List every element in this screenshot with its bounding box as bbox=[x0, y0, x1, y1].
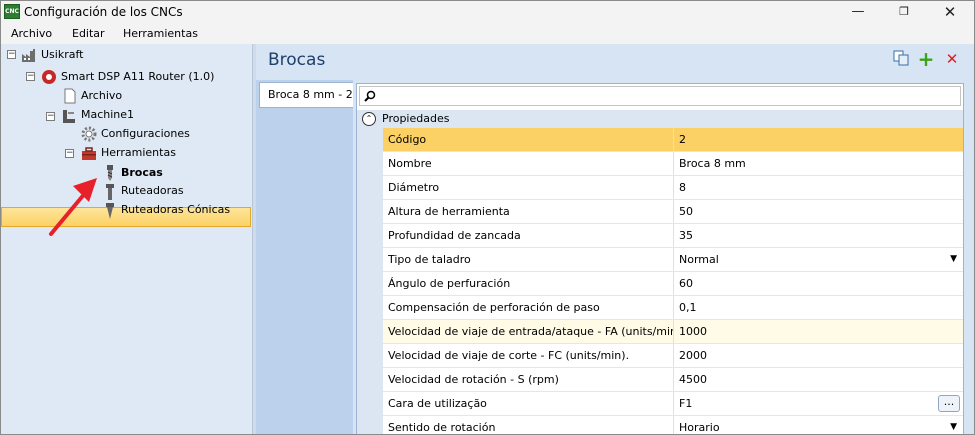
property-value[interactable]: 1000 bbox=[675, 320, 963, 343]
property-row[interactable]: Diámetro 8 bbox=[383, 176, 963, 200]
property-row[interactable]: Profundidad de zancada 35 bbox=[383, 224, 963, 248]
property-name: Nombre bbox=[383, 152, 674, 175]
title-bar: CNC Configuración de los CNCs — ❐ ✕ bbox=[1, 1, 974, 23]
property-name: Altura de herramienta bbox=[383, 200, 674, 223]
property-name: Profundidad de zancada bbox=[383, 224, 674, 247]
property-row[interactable]: Ángulo de perfuración 60 bbox=[383, 272, 963, 296]
property-name: Diámetro bbox=[383, 176, 674, 199]
tree-machine1[interactable]: Machine1 bbox=[81, 106, 134, 124]
property-value-text: Horario bbox=[679, 421, 720, 434]
property-row[interactable]: Tipo de taladro Normal ▼ bbox=[383, 248, 963, 272]
collapse-icon[interactable]: − bbox=[26, 72, 35, 81]
ellipsis-button[interactable]: ... bbox=[938, 395, 960, 412]
copy-icon[interactable] bbox=[892, 50, 910, 68]
toolbox-icon bbox=[82, 147, 96, 160]
file-icon bbox=[64, 88, 76, 104]
window-title: Configuración de los CNCs bbox=[24, 5, 183, 19]
property-row[interactable]: Compensación de perforación de paso 0,1 bbox=[383, 296, 963, 320]
property-value[interactable]: 4500 bbox=[675, 368, 963, 391]
property-value[interactable]: 0,1 bbox=[675, 296, 963, 319]
tree-root[interactable]: Usikraft bbox=[41, 46, 83, 64]
property-name: Velocidad de rotación - S (rpm) bbox=[383, 368, 674, 391]
property-value-text: Normal bbox=[679, 253, 719, 266]
property-value[interactable]: 8 bbox=[675, 176, 963, 199]
app-icon: CNC bbox=[4, 4, 20, 19]
minimize-button[interactable]: — bbox=[835, 1, 881, 23]
property-row[interactable]: Sentido de rotación Horario ▼ bbox=[383, 416, 963, 434]
tree-herramientas[interactable]: Herramientas bbox=[101, 144, 176, 162]
collapse-icon[interactable]: − bbox=[65, 149, 74, 158]
machine-logo-icon bbox=[42, 70, 56, 84]
property-value[interactable]: 60 bbox=[675, 272, 963, 295]
property-name: Cara de utilização bbox=[383, 392, 674, 415]
property-name: Compensación de perforación de paso bbox=[383, 296, 674, 319]
property-row[interactable]: Nombre Broca 8 mm bbox=[383, 152, 963, 176]
application-window: CNC Configuración de los CNCs — ❐ ✕ Arch… bbox=[0, 0, 975, 435]
collapse-icon[interactable]: − bbox=[7, 50, 16, 59]
tab-column: Broca 8 mm - 2 bbox=[256, 80, 353, 434]
property-row[interactable]: Cara de utilização F1... bbox=[383, 392, 963, 416]
gear-icon bbox=[81, 126, 97, 142]
details-panel: Brocas + ✕ Broca 8 mm - 2 ⌃ Propiedades … bbox=[256, 44, 974, 434]
property-value[interactable]: Horario ▼ bbox=[675, 416, 963, 434]
grid-margin bbox=[357, 128, 383, 434]
factory-icon bbox=[22, 49, 35, 62]
property-row[interactable]: Velocidad de viaje de entrada/ataque - F… bbox=[383, 320, 963, 344]
menu-bar: Archivo Editar Herramientas bbox=[1, 23, 974, 44]
collapse-icon[interactable]: − bbox=[46, 112, 55, 121]
property-name: Sentido de rotación bbox=[383, 416, 674, 434]
property-name: Tipo de taladro bbox=[383, 248, 674, 271]
menu-editar[interactable]: Editar bbox=[72, 27, 105, 40]
property-value[interactable]: 35 bbox=[675, 224, 963, 247]
dropdown-arrow-icon[interactable]: ▼ bbox=[950, 248, 957, 271]
property-value-text: F1 bbox=[679, 397, 693, 410]
cnc-machine-icon bbox=[63, 110, 75, 123]
tree-machine-type[interactable]: Smart DSP A11 Router (1.0) bbox=[61, 68, 214, 86]
property-value[interactable]: Normal ▼ bbox=[675, 248, 963, 271]
tree-brocas[interactable]: Brocas bbox=[121, 164, 163, 182]
tree-panel: − Usikraft − Smart DSP A11 Router (1.0) … bbox=[1, 44, 253, 434]
restore-button[interactable]: ❐ bbox=[881, 1, 927, 23]
tree-archivo[interactable]: Archivo bbox=[81, 87, 122, 105]
property-value[interactable]: Broca 8 mm bbox=[675, 152, 963, 175]
tree-ruteadoras-conicas[interactable]: Ruteadoras Cónicas bbox=[121, 201, 230, 219]
section-header: ⌃ Propiedades bbox=[357, 110, 963, 128]
property-name: Velocidad de viaje de entrada/ataque - F… bbox=[383, 320, 674, 343]
menu-archivo[interactable]: Archivo bbox=[11, 27, 52, 40]
collapse-section-icon[interactable]: ⌃ bbox=[362, 112, 376, 126]
property-name: Código bbox=[383, 128, 674, 151]
property-row[interactable]: Velocidad de rotación - S (rpm) 4500 bbox=[383, 368, 963, 392]
property-row[interactable]: Código 2 bbox=[383, 128, 963, 152]
panel-title: Brocas bbox=[268, 50, 326, 70]
close-window-button[interactable]: ✕ bbox=[927, 1, 973, 23]
add-icon[interactable]: + bbox=[917, 49, 935, 69]
dropdown-arrow-icon[interactable]: ▼ bbox=[950, 416, 957, 434]
delete-icon[interactable]: ✕ bbox=[943, 50, 961, 68]
property-name: Velocidad de viaje de corte - FC (units/… bbox=[383, 344, 674, 367]
tree-configuraciones[interactable]: Configuraciones bbox=[101, 125, 190, 143]
search-input[interactable] bbox=[359, 86, 961, 106]
tab-broca-8mm[interactable]: Broca 8 mm - 2 bbox=[259, 82, 353, 108]
property-name: Ángulo de perfuración bbox=[383, 272, 674, 295]
property-row[interactable]: Velocidad de viaje de corte - FC (units/… bbox=[383, 344, 963, 368]
property-value[interactable]: F1... bbox=[675, 392, 963, 415]
red-arrow-annotation bbox=[49, 178, 97, 236]
property-value[interactable]: 2 bbox=[675, 128, 963, 151]
section-label: Propiedades bbox=[382, 112, 450, 125]
menu-herramientas[interactable]: Herramientas bbox=[123, 27, 198, 40]
tree-ruteadoras[interactable]: Ruteadoras bbox=[121, 182, 184, 200]
property-value[interactable]: 2000 bbox=[675, 344, 963, 367]
property-grid: ⌃ Propiedades Código 2 Nombre Broca 8 mm… bbox=[356, 83, 964, 434]
property-value[interactable]: 50 bbox=[675, 200, 963, 223]
search-icon bbox=[364, 90, 376, 102]
property-row[interactable]: Altura de herramienta 50 bbox=[383, 200, 963, 224]
